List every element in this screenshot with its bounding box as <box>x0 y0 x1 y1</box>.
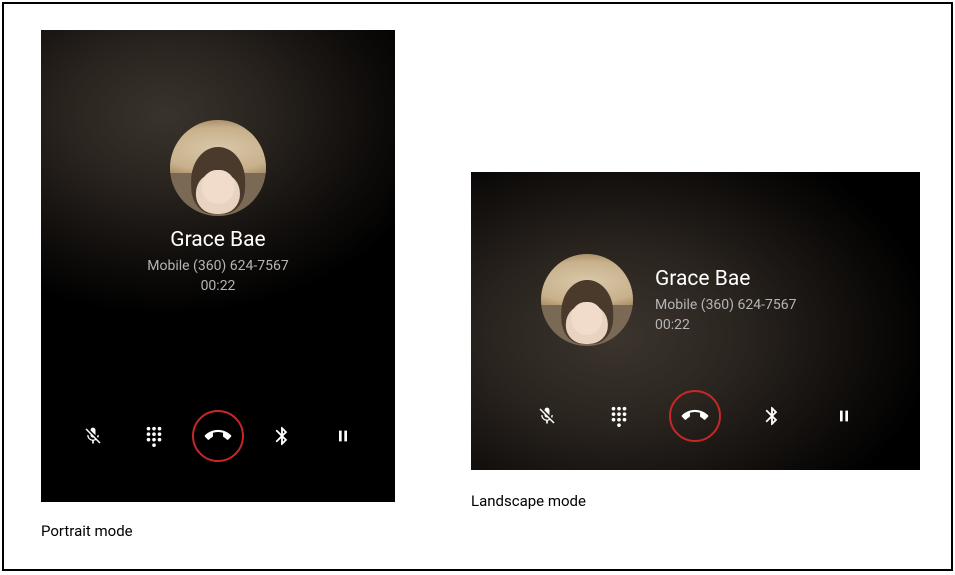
call-button-row <box>471 390 920 442</box>
contact-phone-line: Mobile (360) 624-7567 <box>655 297 796 313</box>
end-call-icon <box>200 418 237 455</box>
call-info: Grace Bae Mobile (360) 624-7567 00:22 <box>655 267 796 333</box>
landscape-caption: Landscape mode <box>471 492 586 510</box>
portrait-call-screen: Grace Bae Mobile (360) 624-7567 00:22 <box>41 30 395 502</box>
document-frame: Grace Bae Mobile (360) 624-7567 00:22 <box>2 2 953 571</box>
pause-button[interactable] <box>321 414 365 458</box>
dialpad-button[interactable] <box>132 414 176 458</box>
call-duration: 00:22 <box>655 317 796 333</box>
pause-icon <box>335 427 351 445</box>
dialpad-icon <box>143 425 165 447</box>
pause-icon <box>836 407 852 425</box>
pause-button[interactable] <box>822 394 866 438</box>
avatar-image <box>170 120 266 216</box>
dialpad-button[interactable] <box>597 394 641 438</box>
call-duration: 00:22 <box>41 278 395 294</box>
contact-name: Grace Bae <box>655 267 796 291</box>
call-button-row <box>41 410 395 462</box>
dialpad-icon <box>608 405 630 427</box>
mute-mic-icon <box>537 406 557 426</box>
bluetooth-button[interactable] <box>260 414 304 458</box>
mute-button[interactable] <box>71 414 115 458</box>
end-call-button[interactable] <box>669 390 721 442</box>
mute-mic-icon <box>83 426 103 446</box>
call-info-row: Grace Bae Mobile (360) 624-7567 00:22 <box>541 254 796 346</box>
landscape-call-screen: Grace Bae Mobile (360) 624-7567 00:22 <box>471 172 920 470</box>
mute-button[interactable] <box>525 394 569 438</box>
end-call-button[interactable] <box>192 410 244 462</box>
bluetooth-button[interactable] <box>750 394 794 438</box>
end-call-icon <box>677 398 714 435</box>
contact-phone-line: Mobile (360) 624-7567 <box>41 258 395 274</box>
bluetooth-icon <box>271 425 293 447</box>
contact-avatar <box>170 120 266 216</box>
avatar-image <box>541 254 633 346</box>
contact-name: Grace Bae <box>41 228 395 252</box>
contact-avatar <box>541 254 633 346</box>
portrait-caption: Portrait mode <box>41 522 133 540</box>
call-info: Grace Bae Mobile (360) 624-7567 00:22 <box>41 228 395 294</box>
bluetooth-icon <box>761 405 783 427</box>
